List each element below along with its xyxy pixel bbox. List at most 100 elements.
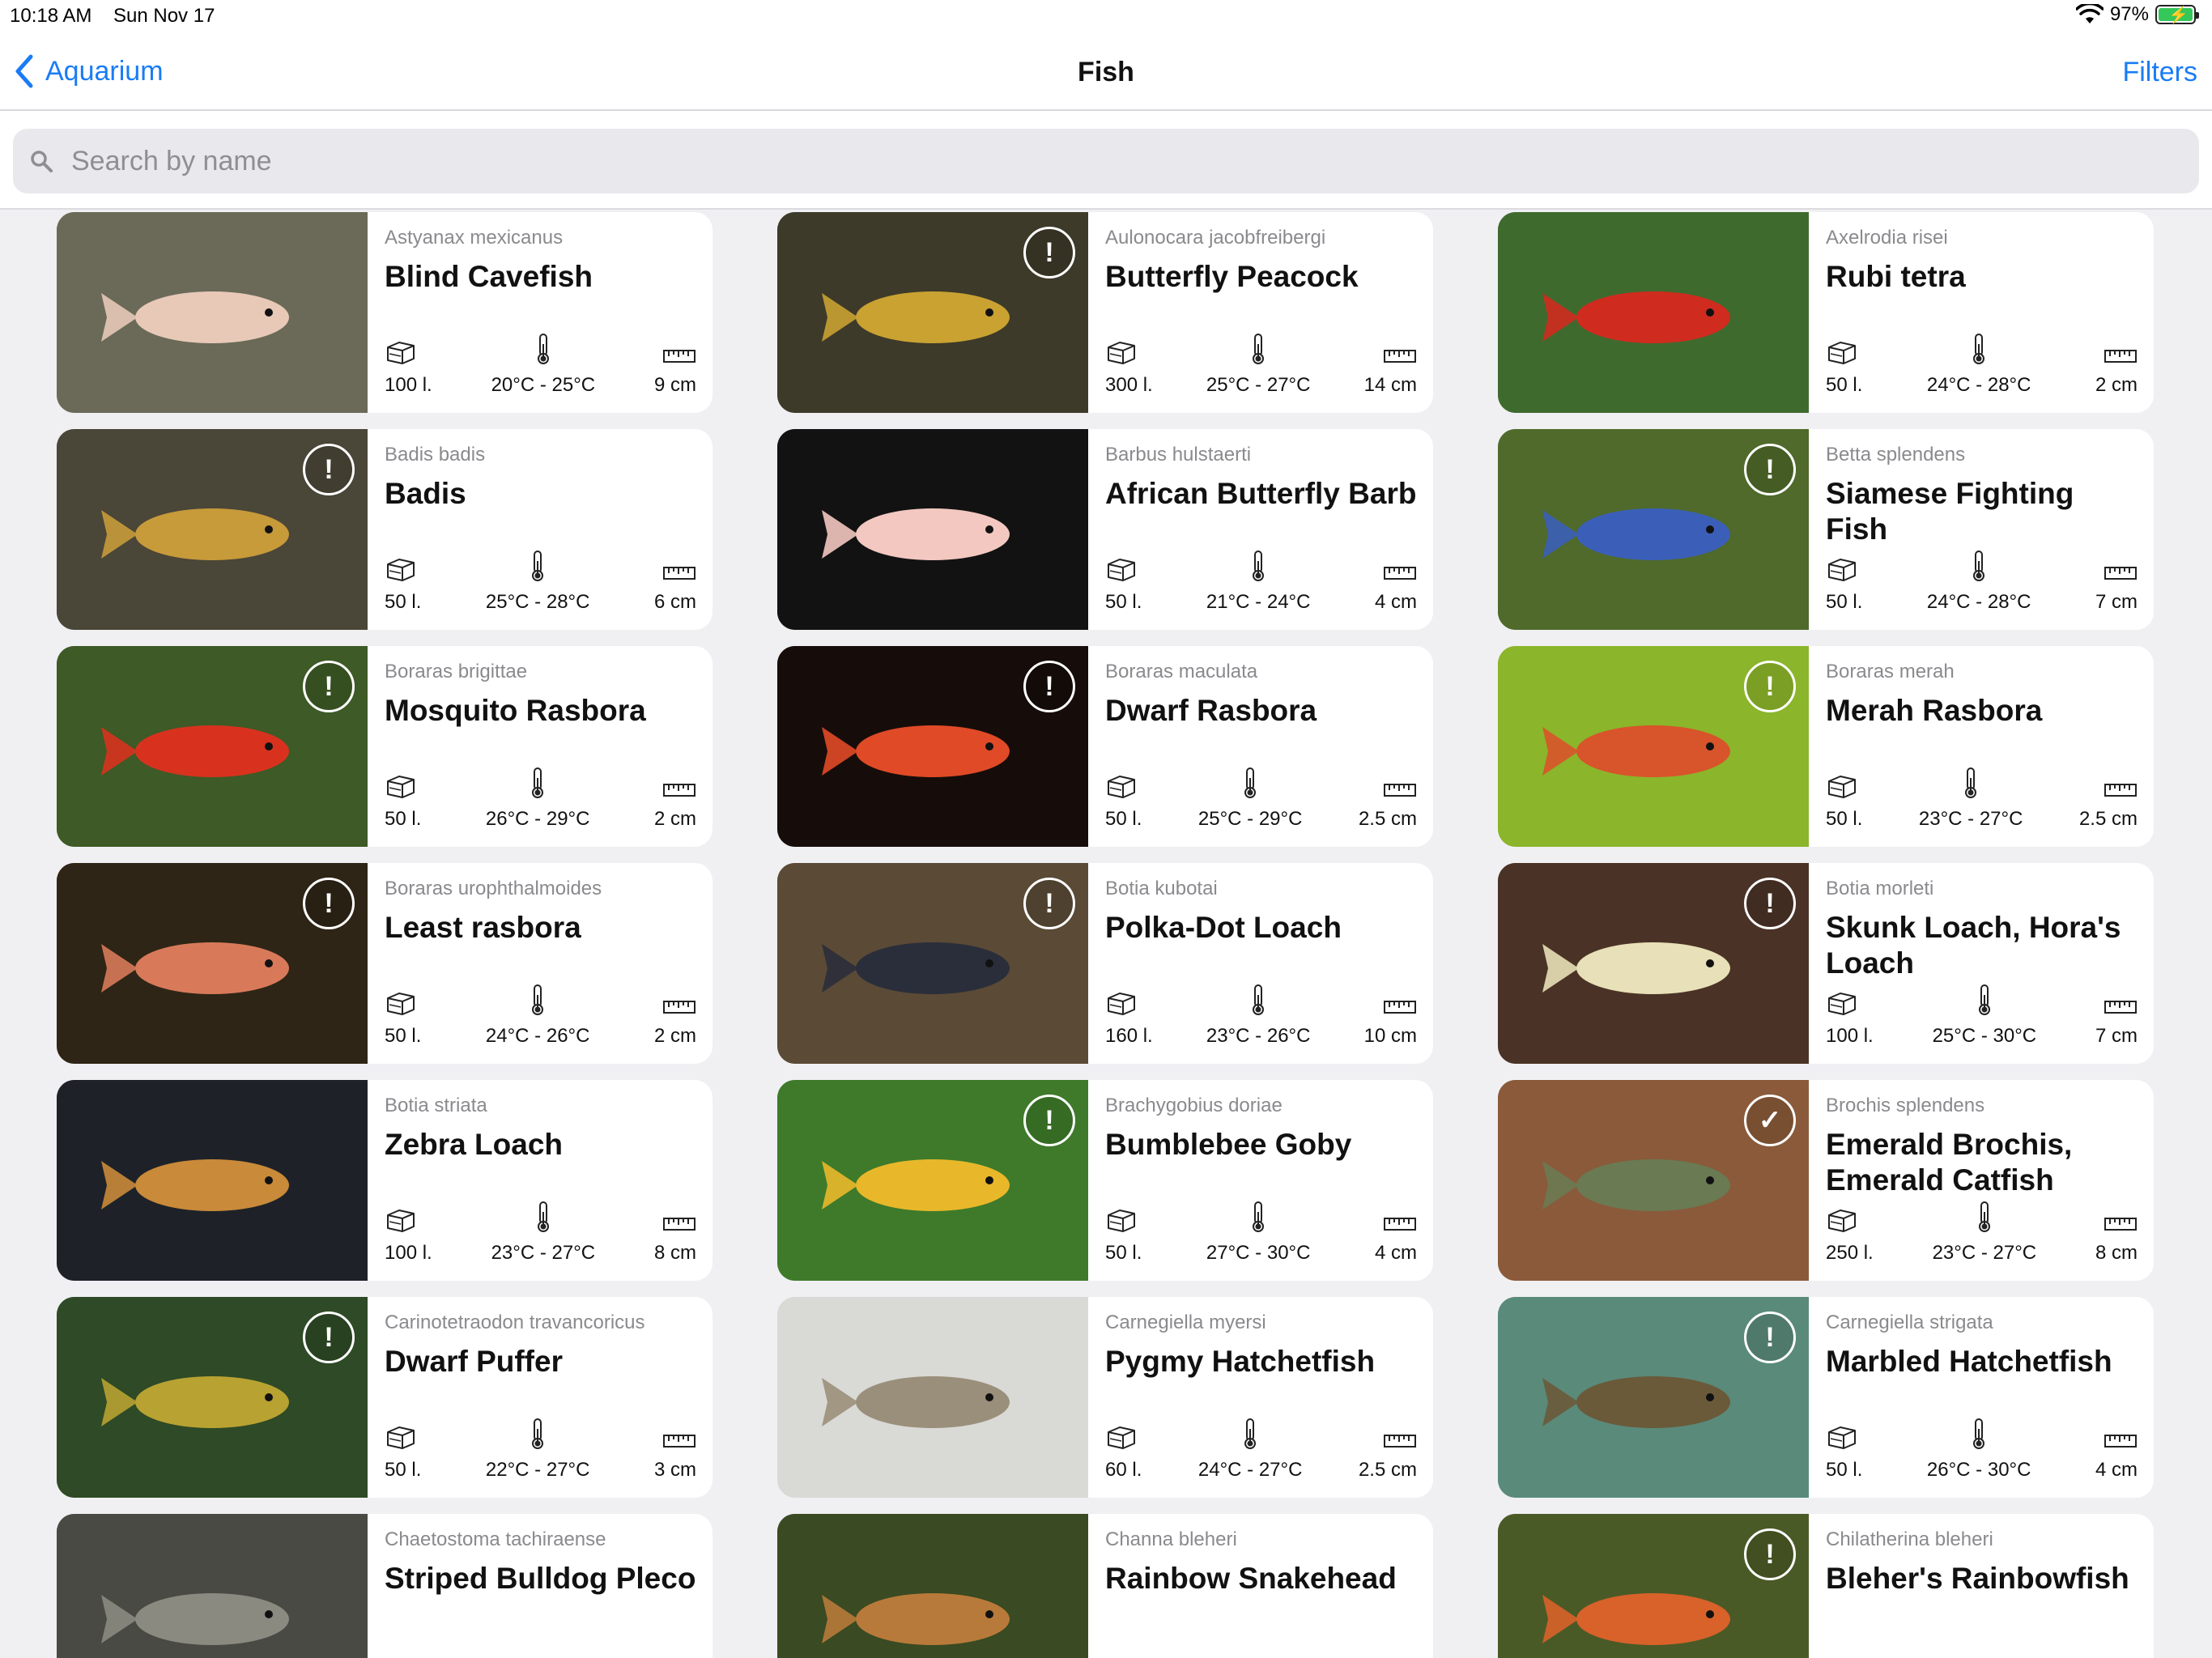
fish-card[interactable]: ! Aulonocara jacobfreibergi Butterfly Peac… bbox=[777, 212, 1433, 413]
fish-photo: ! bbox=[1498, 1297, 1809, 1498]
temperature-range: 24°C - 27°C bbox=[1197, 1459, 1303, 1481]
scientific-name: Boraras brigittae bbox=[385, 661, 528, 682]
fish-card[interactable]: ! Botia kubotai Polka-Dot Loach 160 l. 23°C … bbox=[777, 863, 1433, 1064]
search-icon bbox=[31, 151, 53, 172]
tank-volume: 100 l. bbox=[1826, 1025, 1874, 1047]
fish-size: 8 cm bbox=[653, 1242, 696, 1264]
tank-icon bbox=[385, 1424, 417, 1459]
common-name: Rubi tetra bbox=[1826, 260, 1966, 293]
ruler-icon bbox=[662, 347, 696, 374]
thermometer-icon bbox=[1976, 1201, 1993, 1242]
exclamation-circle-icon: ! bbox=[1023, 1095, 1075, 1146]
temperature-range: 26°C - 30°C bbox=[1926, 1459, 2031, 1481]
tank-volume: 300 l. bbox=[1105, 374, 1153, 396]
scientific-name: Botia striata bbox=[385, 1095, 487, 1116]
fish-card[interactable]: Astyanax mexicanus Blind Cavefish 100 l. 20… bbox=[57, 212, 713, 413]
tank-volume-stat: 50 l. bbox=[1105, 1207, 1142, 1265]
fish-info: Boraras brigittae Mosquito Rasbora 50 l. 26… bbox=[368, 646, 713, 847]
filters-button[interactable]: Filters bbox=[2122, 57, 2197, 88]
fish-stats: 50 l. 26°C - 30°C 4 cm bbox=[1826, 1418, 2138, 1482]
common-name: Dwarf Rasbora bbox=[1105, 694, 1317, 727]
temperature-range-stat: 26°C - 29°C bbox=[485, 767, 590, 831]
tank-icon bbox=[385, 556, 417, 591]
tank-icon bbox=[1105, 1207, 1138, 1242]
tank-volume-stat: 100 l. bbox=[1826, 990, 1874, 1048]
fish-stats: 60 l. 24°C - 27°C 2.5 cm bbox=[1105, 1418, 1417, 1482]
common-name: Badis bbox=[385, 477, 466, 510]
fish-card[interactable]: ! Carinotetraodon travancoricus Dwarf Puff… bbox=[57, 1297, 713, 1498]
fish-card[interactable]: Barbus hulstaerti African Butterfly Barb 5… bbox=[777, 429, 1433, 630]
tank-volume: 50 l. bbox=[1105, 1242, 1142, 1264]
fish-card[interactable]: ! Boraras merah Merah Rasbora 50 l. 23°C - 2… bbox=[1498, 646, 2154, 847]
tank-volume: 50 l. bbox=[385, 808, 422, 830]
search-input[interactable] bbox=[70, 144, 2094, 178]
fish-card[interactable]: ! Boraras maculata Dwarf Rasbora 50 l. 25°C … bbox=[777, 646, 1433, 847]
fish-info: Axelrodia risei Rubi tetra 50 l. 24°C - 28°… bbox=[1809, 212, 2154, 413]
status-time: 10:18 AM bbox=[10, 5, 92, 27]
fish-card[interactable]: Chaetostoma tachiraense Striped Bulldog P… bbox=[57, 1514, 713, 1658]
fish-photo bbox=[57, 212, 368, 413]
fish-card[interactable]: ! Boraras brigittae Mosquito Rasbora 50 l. 2… bbox=[57, 646, 713, 847]
fish-card[interactable]: ! Betta splendens Siamese Fighting Fish 50 … bbox=[1498, 429, 2154, 630]
temperature-range-stat: 23°C - 27°C bbox=[1933, 1201, 2036, 1265]
ruler-icon bbox=[662, 1432, 696, 1459]
tank-volume: 50 l. bbox=[385, 1459, 422, 1481]
scientific-name: Botia kubotai bbox=[1105, 878, 1218, 899]
fish-card[interactable]: ! Carnegiella strigata Marbled Hatchetfish… bbox=[1498, 1297, 2154, 1498]
ruler-icon bbox=[1383, 564, 1417, 591]
tank-volume: 60 l. bbox=[1105, 1459, 1142, 1481]
temperature-range: 26°C - 29°C bbox=[485, 808, 590, 830]
temperature-range-stat: 25°C - 27°C bbox=[1206, 333, 1310, 397]
tank-volume: 50 l. bbox=[1826, 374, 1863, 396]
common-name: Striped Bulldog Pleco bbox=[385, 1562, 696, 1595]
fish-size-stat: 2 cm bbox=[654, 781, 696, 831]
fish-card[interactable]: ! Badis badis Badis 50 l. 25°C - 28°C 6 cm bbox=[57, 429, 713, 630]
scientific-name: Aulonocara jacobfreibergi bbox=[1105, 227, 1326, 249]
tank-icon bbox=[1826, 1207, 1858, 1242]
search-area bbox=[0, 111, 2212, 210]
fish-card[interactable]: Carnegiella myersi Pygmy Hatchetfish 60 l.… bbox=[777, 1297, 1433, 1498]
fish-stats: 160 l. 23°C - 26°C 10 cm bbox=[1105, 984, 1417, 1048]
tank-volume-stat: 50 l. bbox=[385, 773, 421, 831]
tank-volume-stat: 100 l. bbox=[385, 339, 432, 397]
scientific-name: Boraras merah bbox=[1826, 661, 1955, 682]
fish-card[interactable]: ! Chilatherina bleheri Bleher's Rainbowfis… bbox=[1498, 1514, 2154, 1658]
temperature-range: 24°C - 28°C bbox=[1926, 591, 2031, 613]
ruler-icon bbox=[1383, 1215, 1417, 1242]
fish-photo: ! bbox=[777, 646, 1088, 847]
fish-card[interactable]: ! Boraras urophthalmoides Least rasbora 50 … bbox=[57, 863, 713, 1064]
ruler-icon bbox=[662, 1215, 696, 1242]
fish-stats: 300 l. 25°C - 27°C 14 cm bbox=[1105, 333, 1417, 397]
fish-card[interactable]: ! Brachygobius doriae Bumblebee Goby 50 l. 2… bbox=[777, 1080, 1433, 1281]
fish-size-stat: 9 cm bbox=[654, 347, 696, 397]
tank-volume-stat: 160 l. bbox=[1105, 990, 1153, 1048]
temperature-range-stat: 25°C - 30°C bbox=[1933, 984, 2036, 1048]
fish-card[interactable]: ✓ Brochis splendens Emerald Brochis, Emera… bbox=[1498, 1080, 2154, 1281]
search-box[interactable] bbox=[13, 129, 2199, 193]
tank-volume-stat: 100 l. bbox=[385, 1207, 432, 1265]
fish-stats: 250 l. 23°C - 27°C 8 cm bbox=[1826, 1201, 2138, 1265]
temperature-range-stat: 26°C - 30°C bbox=[1927, 1418, 2031, 1482]
fish-card[interactable]: Botia striata Zebra Loach 100 l. 23°C - 27°… bbox=[57, 1080, 713, 1281]
fish-size-stat: 2 cm bbox=[654, 998, 696, 1048]
battery-percent: 97% bbox=[2109, 3, 2149, 25]
fish-size: 2 cm bbox=[653, 808, 696, 830]
checkmark-circle-icon: ✓ bbox=[1744, 1095, 1796, 1146]
temperature-range: 23°C - 26°C bbox=[1206, 1025, 1311, 1047]
fish-size-stat: 4 cm bbox=[2095, 1432, 2138, 1482]
temperature-range-stat: 24°C - 27°C bbox=[1197, 1418, 1303, 1482]
fish-card[interactable]: Axelrodia risei Rubi tetra 50 l. 24°C - 28°… bbox=[1498, 212, 2154, 413]
fish-stats: 50 l. 24°C - 28°C 7 cm bbox=[1826, 550, 2138, 614]
battery-icon: ⚡ bbox=[2155, 5, 2199, 24]
tank-volume-stat: 50 l. bbox=[385, 990, 421, 1048]
fish-card[interactable]: Channa bleheri Rainbow Snakehead bbox=[777, 1514, 1433, 1658]
wifi-icon bbox=[2075, 4, 2104, 23]
thermometer-icon bbox=[530, 1418, 546, 1459]
fish-card[interactable]: ! Botia morleti Skunk Loach, Hora's Loach 1… bbox=[1498, 863, 2154, 1064]
fish-size: 7 cm bbox=[2095, 1025, 2138, 1047]
fish-size: 2 cm bbox=[653, 1025, 696, 1047]
scientific-name: Brachygobius doriae bbox=[1105, 1095, 1283, 1116]
temperature-range-stat: 24°C - 26°C bbox=[486, 984, 589, 1048]
scientific-name: Boraras urophthalmoides bbox=[385, 878, 602, 899]
fish-photo bbox=[57, 1514, 368, 1658]
